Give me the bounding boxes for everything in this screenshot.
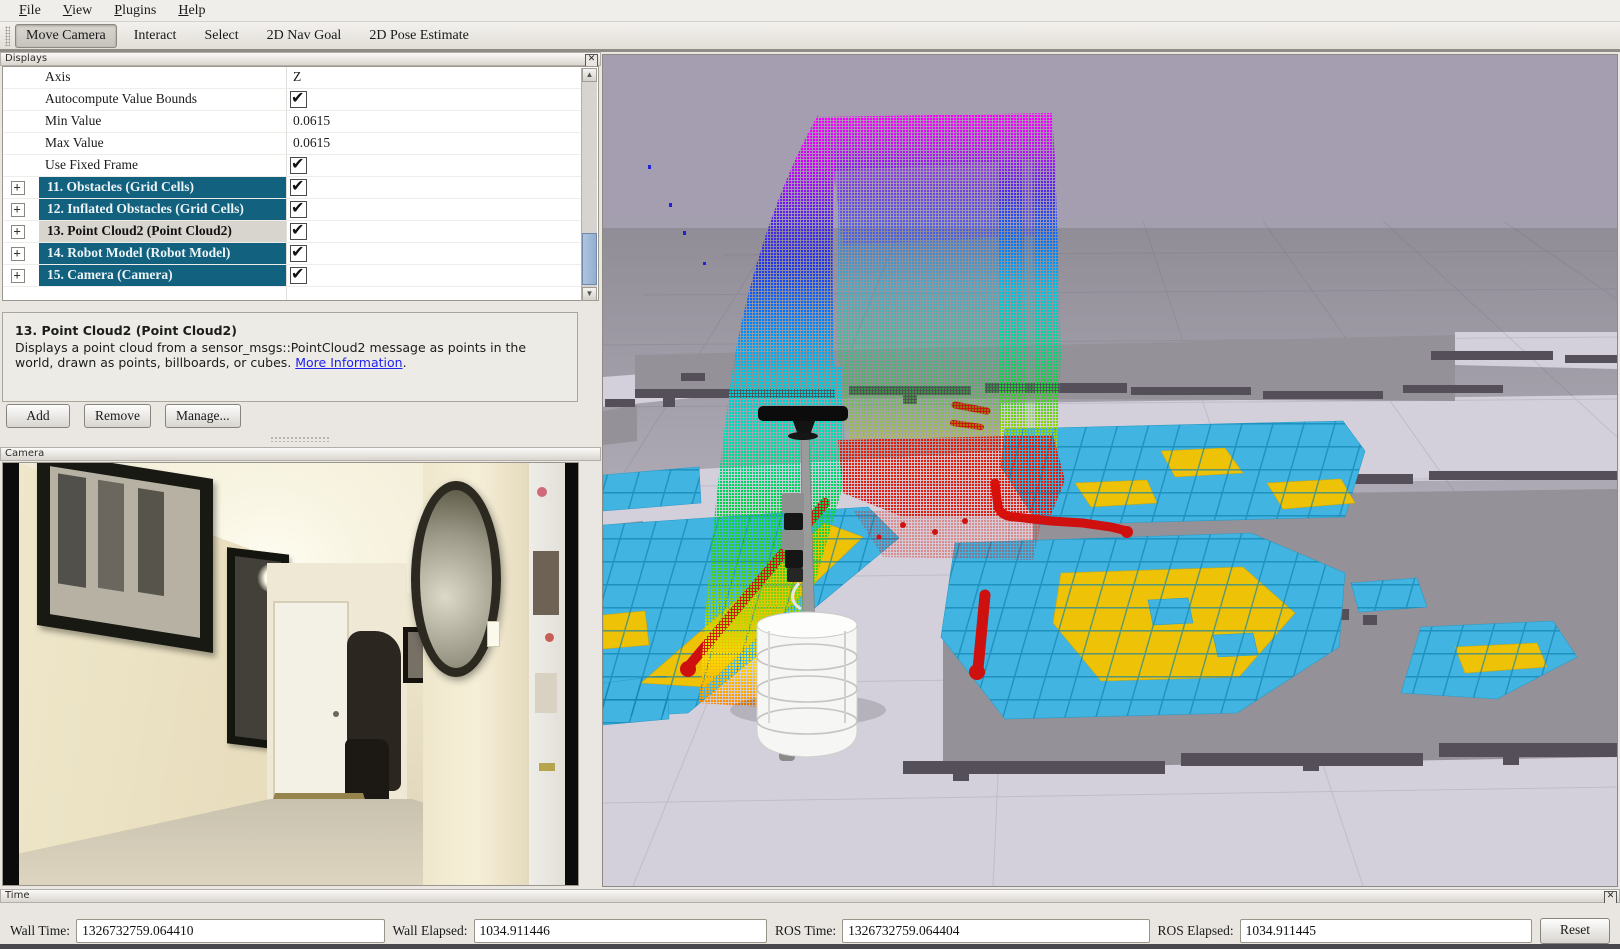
menu-plugins[interactable]: Plugins xyxy=(105,1,165,21)
wall-elapsed-label: Wall Elapsed: xyxy=(392,923,468,938)
ros-time-field: ROS Time: xyxy=(775,919,1150,943)
render-view-3d[interactable] xyxy=(602,54,1618,887)
time-title-label: Time xyxy=(5,890,30,901)
expand-plus-icon[interactable] xyxy=(11,246,25,261)
tool-2d-pose-estimate[interactable]: 2D Pose Estimate xyxy=(358,24,480,48)
property-name: Autocompute Value Bounds xyxy=(45,91,197,106)
sky xyxy=(603,55,1617,221)
checkbox-checked-icon[interactable] xyxy=(290,242,307,262)
checkbox-checked-icon[interactable] xyxy=(290,154,307,174)
ros-elapsed-field: ROS Elapsed: xyxy=(1157,919,1532,943)
displays-tree: Axis Z Autocompute Value Bounds Min Valu… xyxy=(2,66,599,301)
display-item-robot-model[interactable]: 14. Robot Model (Robot Model) xyxy=(3,242,598,265)
wall-time-label: Wall Time: xyxy=(10,923,71,938)
display-item-point-cloud2[interactable]: 13. Point Cloud2 (Point Cloud2) xyxy=(3,220,598,243)
expand-plus-icon[interactable] xyxy=(11,224,25,239)
property-name: Max Value xyxy=(45,135,104,150)
property-row[interactable]: Min Value 0.0615 xyxy=(3,111,598,133)
displays-panel-title: Displays ✕ xyxy=(0,52,601,67)
reset-button[interactable]: Reset xyxy=(1540,918,1610,944)
camera-panel-title: Camera xyxy=(0,447,601,461)
remove-button[interactable]: Remove xyxy=(84,404,151,428)
light-switch xyxy=(487,621,500,647)
ros-time-label: ROS Time: xyxy=(775,923,837,938)
checkbox-checked-icon[interactable] xyxy=(290,176,307,196)
property-name: Axis xyxy=(45,69,71,84)
time-panel-title: Time ✕ xyxy=(0,889,1620,904)
display-item-inflated-obstacles[interactable]: 12. Inflated Obstacles (Grid Cells) xyxy=(3,198,598,221)
displays-buttons: Add Remove Manage... xyxy=(6,404,241,428)
scroll-up-icon[interactable]: ▲ xyxy=(582,68,597,82)
wall-frame-large xyxy=(37,463,213,653)
expand-plus-icon[interactable] xyxy=(11,180,25,195)
checkbox-checked-icon[interactable] xyxy=(290,220,307,240)
toolbar-drag-handle[interactable] xyxy=(5,25,10,46)
tool-move-camera[interactable]: Move Camera xyxy=(15,23,117,48)
display-item-label: 12. Inflated Obstacles (Grid Cells) xyxy=(47,201,244,216)
display-item-label: 13. Point Cloud2 (Point Cloud2) xyxy=(47,223,232,238)
wall-elapsed-field: Wall Elapsed: xyxy=(392,919,767,943)
wall-time-input[interactable] xyxy=(76,919,385,943)
menu-bar: File View Plugins Help xyxy=(0,0,1620,22)
scene-3d xyxy=(603,55,1617,886)
property-value[interactable]: Z xyxy=(293,69,301,85)
tree-scrollbar[interactable]: ▲ ▼ xyxy=(581,68,597,301)
rviz-window: File View Plugins Help Move Camera Inter… xyxy=(0,0,1620,949)
property-row[interactable]: Max Value 0.0615 xyxy=(3,133,598,155)
property-name: Use Fixed Frame xyxy=(45,157,138,172)
camera-title-label: Camera xyxy=(5,448,45,459)
expand-plus-icon[interactable] xyxy=(11,268,25,283)
tool-2d-nav-goal[interactable]: 2D Nav Goal xyxy=(256,24,353,48)
tool-select[interactable]: Select xyxy=(193,24,249,48)
add-button[interactable]: Add xyxy=(6,404,70,428)
display-item-label: 11. Obstacles (Grid Cells) xyxy=(47,179,194,194)
checkbox-checked-icon[interactable] xyxy=(290,198,307,218)
property-value[interactable]: 0.0615 xyxy=(293,113,330,129)
refrigerator xyxy=(529,463,565,885)
ros-elapsed-label: ROS Elapsed: xyxy=(1157,923,1234,938)
photo-right-bar xyxy=(565,463,578,885)
hall-door xyxy=(273,601,349,799)
property-row[interactable]: Axis Z xyxy=(3,67,598,89)
hallway-photo xyxy=(19,463,578,885)
description-suffix: . xyxy=(402,355,407,370)
scrollbar-thumb[interactable] xyxy=(582,233,597,285)
display-item-camera[interactable]: 15. Camera (Camera) xyxy=(3,264,598,287)
more-information-link[interactable]: More Information xyxy=(295,355,402,370)
menu-view[interactable]: View xyxy=(54,1,102,21)
scroll-down-icon[interactable]: ▼ xyxy=(582,287,597,301)
manage-button[interactable]: Manage... xyxy=(165,404,241,428)
ros-time-input[interactable] xyxy=(842,919,1150,943)
window-bottom-edge xyxy=(0,944,1620,949)
ros-elapsed-input[interactable] xyxy=(1239,919,1532,943)
time-panel: Wall Time: Wall Elapsed: ROS Time: ROS E… xyxy=(0,903,1620,944)
wall-time-field: Wall Time: xyxy=(10,919,385,943)
tool-interact[interactable]: Interact xyxy=(123,24,188,48)
menu-file[interactable]: File xyxy=(10,1,50,21)
display-item-label: 14. Robot Model (Robot Model) xyxy=(47,245,231,260)
property-row[interactable]: Use Fixed Frame xyxy=(3,154,598,177)
panel-splitter-handle[interactable] xyxy=(270,436,330,442)
camera-image-panel[interactable] xyxy=(2,462,579,886)
checkbox-checked-icon[interactable] xyxy=(290,264,307,284)
property-value[interactable]: 0.0615 xyxy=(293,135,330,151)
display-description: 13. Point Cloud2 (Point Cloud2) Displays… xyxy=(2,312,578,402)
description-heading: 13. Point Cloud2 (Point Cloud2) xyxy=(15,323,237,338)
menu-help[interactable]: Help xyxy=(169,1,214,21)
wall-elapsed-input[interactable] xyxy=(473,919,767,943)
checkbox-checked-icon[interactable] xyxy=(290,88,307,108)
display-item-label: 15. Camera (Camera) xyxy=(47,267,173,282)
round-mirror xyxy=(411,481,501,677)
tool-bar: Move Camera Interact Select 2D Nav Goal … xyxy=(0,22,1620,50)
displays-title-label: Displays xyxy=(5,53,48,64)
display-item-obstacles[interactable]: 11. Obstacles (Grid Cells) xyxy=(3,176,598,199)
description-body: Displays a point cloud from a sensor_msg… xyxy=(15,340,527,370)
property-row[interactable]: Autocompute Value Bounds xyxy=(3,88,598,111)
property-name: Min Value xyxy=(45,113,102,128)
expand-plus-icon[interactable] xyxy=(11,202,25,217)
